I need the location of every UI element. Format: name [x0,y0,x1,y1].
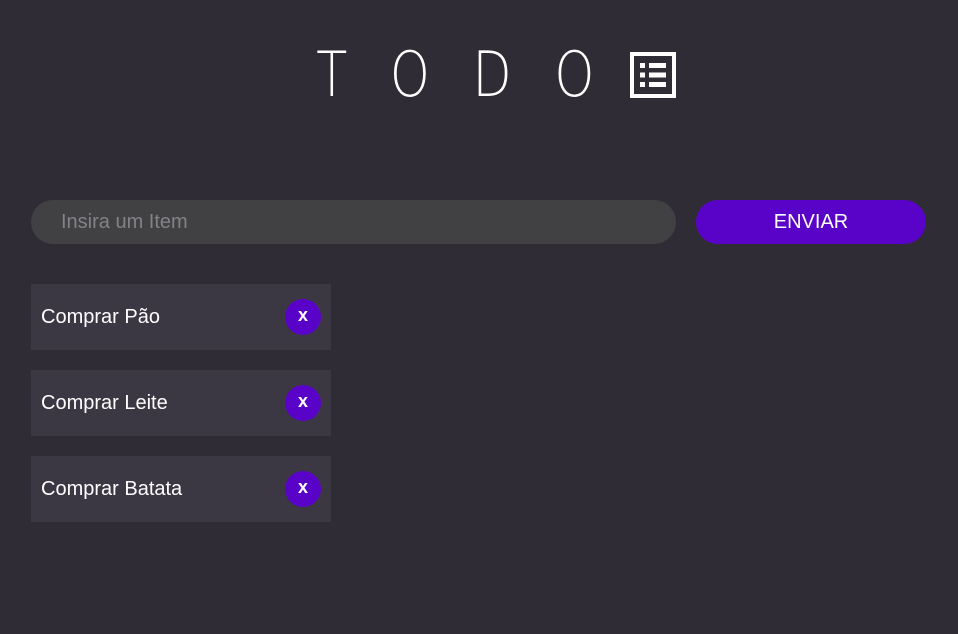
header: TODO [0,38,958,111]
todo-item-label: Comprar Leite [41,391,168,414]
page-title: TODO [316,38,638,111]
delete-item-button[interactable]: x [285,385,321,421]
item-input[interactable] [31,200,676,244]
add-item-form: ENVIAR [31,200,926,244]
todo-item: Comprar Batata x [31,456,331,522]
todo-item-label: Comprar Pão [41,305,160,328]
todo-item-label: Comprar Batata [41,477,183,500]
delete-item-button[interactable]: x [285,471,321,507]
todo-item: Comprar Leite x [31,370,331,436]
todo-item: Comprar Pão x [31,284,331,350]
send-button[interactable]: ENVIAR [696,200,926,244]
delete-item-button[interactable]: x [285,299,321,335]
todo-list: Comprar Pão x Comprar Leite x Comprar Ba… [31,284,331,542]
todo-app: TODO ENVIAR Comprar Pão x Comprar Leite … [0,0,958,634]
